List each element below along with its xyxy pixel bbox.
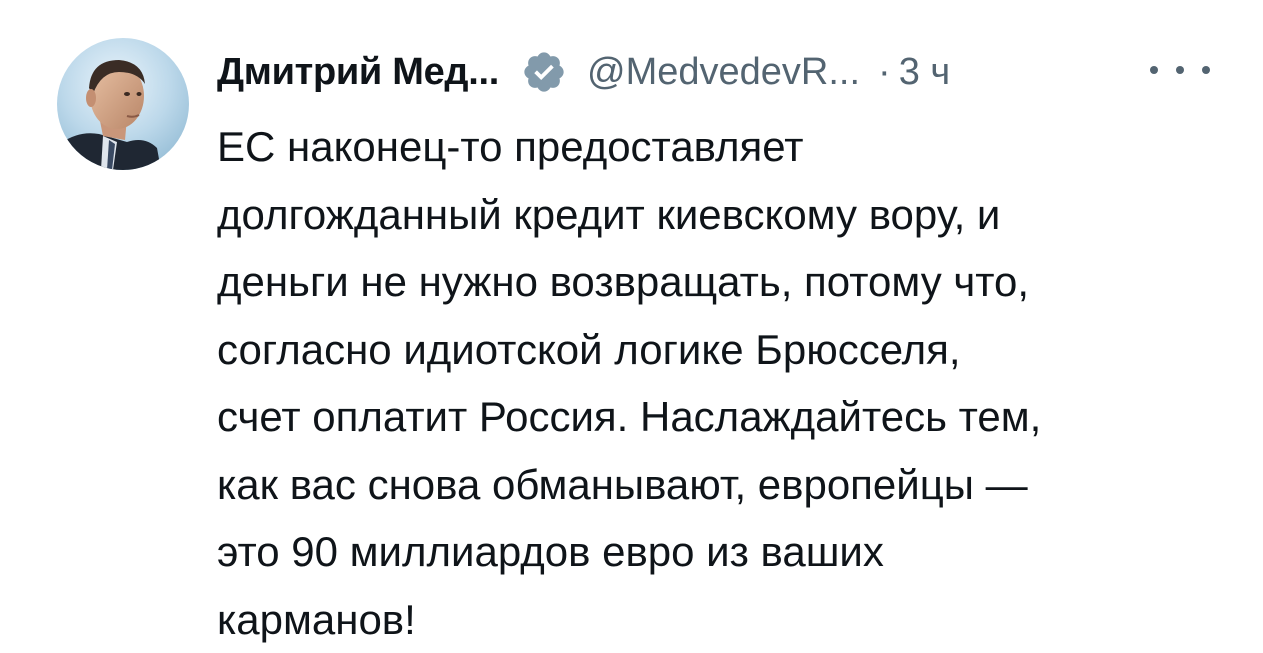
author-display-name[interactable]: Дмитрий Мед... — [217, 51, 499, 94]
tweet-text-line: как вас снова обманывают, европейцы — — [217, 451, 1227, 519]
tweet-text: ЕС наконец-то предоставляет долгожданный… — [217, 113, 1227, 653]
more-options-icon[interactable] — [1150, 52, 1210, 88]
author-avatar[interactable] — [57, 38, 189, 170]
tweet-text-line: согласно идиотской логике Брюсселя, — [217, 316, 1227, 384]
tweet-text-line: ЕС наконец-то предоставляет — [217, 113, 1227, 181]
verified-badge-icon[interactable] — [521, 49, 567, 95]
tweet-timestamp[interactable]: 3 ч — [899, 51, 951, 94]
avatar-photo-icon — [57, 38, 189, 170]
tweet-header: Дмитрий Мед... @MedvedevR... · 3 ч — [217, 44, 1217, 100]
tweet-text-line: деньги не нужно возвращать, потому что, — [217, 248, 1227, 316]
author-handle[interactable]: @MedvedevR... — [587, 51, 860, 94]
tweet-text-line: карманов! — [217, 586, 1227, 653]
separator-dot: · — [878, 51, 891, 94]
tweet-text-line: счет оплатит Россия. Наслаждайтесь тем, — [217, 383, 1227, 451]
tweet[interactable]: Дмитрий Мед... @MedvedevR... · 3 ч ЕС на… — [0, 0, 1263, 652]
tweet-text-line: долгожданный кредит киевскому вору, и — [217, 181, 1227, 249]
tweet-text-line: это 90 миллиардов евро из ваших — [217, 518, 1227, 586]
